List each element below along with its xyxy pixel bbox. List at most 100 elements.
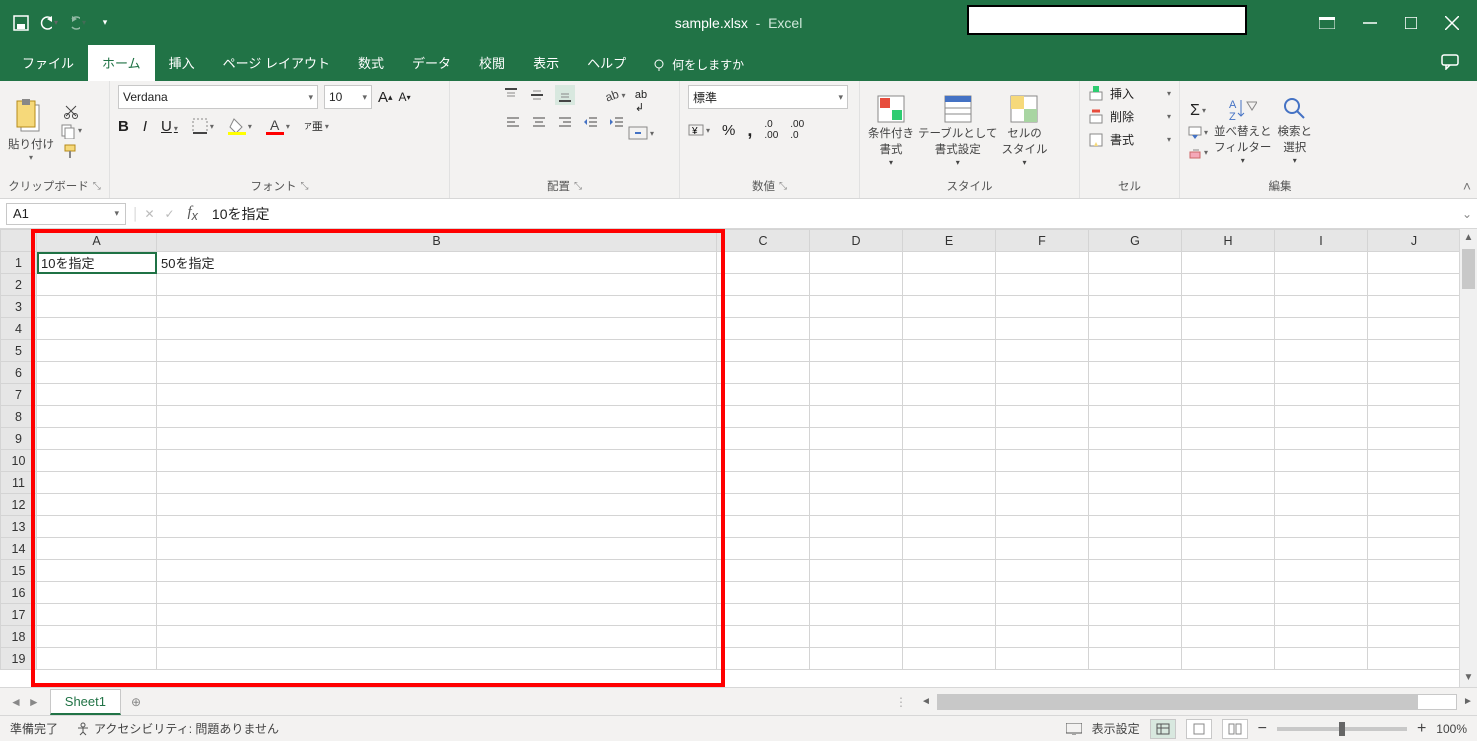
- cell-E10[interactable]: [903, 450, 996, 472]
- cell-G3[interactable]: [1089, 296, 1182, 318]
- cell-B2[interactable]: [157, 274, 717, 296]
- qat-customize-icon[interactable]: ▾: [96, 14, 114, 32]
- cell-D11[interactable]: [810, 472, 903, 494]
- copy-icon[interactable]: [60, 123, 82, 139]
- row-header-6[interactable]: 6: [1, 362, 37, 384]
- cell-J19[interactable]: [1368, 648, 1461, 670]
- cell-B5[interactable]: [157, 340, 717, 362]
- cell-E3[interactable]: [903, 296, 996, 318]
- increase-decimal-icon[interactable]: .0.00: [764, 119, 778, 141]
- cell-A10[interactable]: [37, 450, 157, 472]
- cell-H1[interactable]: [1182, 252, 1275, 274]
- bold-button[interactable]: B: [118, 118, 129, 135]
- cell-A9[interactable]: [37, 428, 157, 450]
- cell-B14[interactable]: [157, 538, 717, 560]
- cell-H19[interactable]: [1182, 648, 1275, 670]
- cell-E15[interactable]: [903, 560, 996, 582]
- cell-A11[interactable]: [37, 472, 157, 494]
- cell-H15[interactable]: [1182, 560, 1275, 582]
- col-header-I[interactable]: I: [1275, 230, 1368, 252]
- cell-C1[interactable]: [717, 252, 810, 274]
- cell-D1[interactable]: [810, 252, 903, 274]
- row-header-8[interactable]: 8: [1, 406, 37, 428]
- find-select-button[interactable]: 検索と 選択▾: [1278, 96, 1313, 165]
- cell-I7[interactable]: [1275, 384, 1368, 406]
- cell-F15[interactable]: [996, 560, 1089, 582]
- expand-formula-bar-icon[interactable]: ⌄: [1457, 207, 1477, 221]
- cell-D3[interactable]: [810, 296, 903, 318]
- vertical-scrollbar[interactable]: ▲ ▼: [1459, 229, 1477, 687]
- cell-C11[interactable]: [717, 472, 810, 494]
- cell-D15[interactable]: [810, 560, 903, 582]
- clear-icon[interactable]: [1188, 146, 1208, 160]
- sheet-nav-prev-icon[interactable]: ◄: [10, 695, 22, 709]
- minimize-icon[interactable]: [1363, 16, 1377, 30]
- col-header-J[interactable]: J: [1368, 230, 1461, 252]
- cell-I3[interactable]: [1275, 296, 1368, 318]
- cell-J16[interactable]: [1368, 582, 1461, 604]
- row-header-2[interactable]: 2: [1, 274, 37, 296]
- tab-page-layout[interactable]: ページ レイアウト: [209, 45, 344, 81]
- cell-E13[interactable]: [903, 516, 996, 538]
- cell-H9[interactable]: [1182, 428, 1275, 450]
- row-header-10[interactable]: 10: [1, 450, 37, 472]
- cell-C19[interactable]: [717, 648, 810, 670]
- cell-I6[interactable]: [1275, 362, 1368, 384]
- ribbon-display-icon[interactable]: [1319, 17, 1335, 29]
- cell-C2[interactable]: [717, 274, 810, 296]
- insert-cells-button[interactable]: 挿入▾: [1088, 85, 1171, 102]
- row-header-15[interactable]: 15: [1, 560, 37, 582]
- increase-font-icon[interactable]: A▴: [378, 89, 393, 106]
- comments-button[interactable]: [1423, 46, 1477, 81]
- align-middle-icon[interactable]: [529, 87, 545, 103]
- cell-I19[interactable]: [1275, 648, 1368, 670]
- row-header-5[interactable]: 5: [1, 340, 37, 362]
- collapse-ribbon-icon[interactable]: ˄: [1463, 178, 1471, 194]
- cell-B15[interactable]: [157, 560, 717, 582]
- cell-A13[interactable]: [37, 516, 157, 538]
- name-box[interactable]: A1▾: [6, 203, 126, 225]
- save-icon[interactable]: [12, 14, 30, 32]
- cell-G11[interactable]: [1089, 472, 1182, 494]
- row-header-12[interactable]: 12: [1, 494, 37, 516]
- cell-I17[interactable]: [1275, 604, 1368, 626]
- cell-H3[interactable]: [1182, 296, 1275, 318]
- search-box[interactable]: [967, 5, 1247, 35]
- cell-E9[interactable]: [903, 428, 996, 450]
- cell-G2[interactable]: [1089, 274, 1182, 296]
- cell-G7[interactable]: [1089, 384, 1182, 406]
- zoom-handle[interactable]: [1339, 722, 1345, 736]
- cell-G14[interactable]: [1089, 538, 1182, 560]
- paste-button[interactable]: 貼り付け ▾: [8, 99, 54, 162]
- cell-D18[interactable]: [810, 626, 903, 648]
- cell-B9[interactable]: [157, 428, 717, 450]
- cell-G1[interactable]: [1089, 252, 1182, 274]
- cell-J9[interactable]: [1368, 428, 1461, 450]
- cell-C7[interactable]: [717, 384, 810, 406]
- select-all-corner[interactable]: [1, 230, 37, 252]
- cell-F1[interactable]: [996, 252, 1089, 274]
- col-header-H[interactable]: H: [1182, 230, 1275, 252]
- cell-E17[interactable]: [903, 604, 996, 626]
- cell-B12[interactable]: [157, 494, 717, 516]
- decrease-indent-icon[interactable]: [583, 115, 599, 131]
- cell-A3[interactable]: [37, 296, 157, 318]
- row-header-3[interactable]: 3: [1, 296, 37, 318]
- tab-view[interactable]: 表示: [519, 45, 573, 81]
- hscroll-thumb[interactable]: [938, 695, 1418, 709]
- hscroll-right-icon[interactable]: ►: [1459, 696, 1477, 707]
- cell-J13[interactable]: [1368, 516, 1461, 538]
- scroll-thumb[interactable]: [1462, 249, 1475, 289]
- cell-D2[interactable]: [810, 274, 903, 296]
- col-header-C[interactable]: C: [717, 230, 810, 252]
- cell-H10[interactable]: [1182, 450, 1275, 472]
- row-header-4[interactable]: 4: [1, 318, 37, 340]
- cell-F3[interactable]: [996, 296, 1089, 318]
- font-color-icon[interactable]: A: [266, 117, 290, 135]
- cell-H6[interactable]: [1182, 362, 1275, 384]
- cell-G19[interactable]: [1089, 648, 1182, 670]
- undo-icon[interactable]: [40, 14, 58, 32]
- cell-C4[interactable]: [717, 318, 810, 340]
- redo-icon[interactable]: [68, 14, 86, 32]
- cell-C13[interactable]: [717, 516, 810, 538]
